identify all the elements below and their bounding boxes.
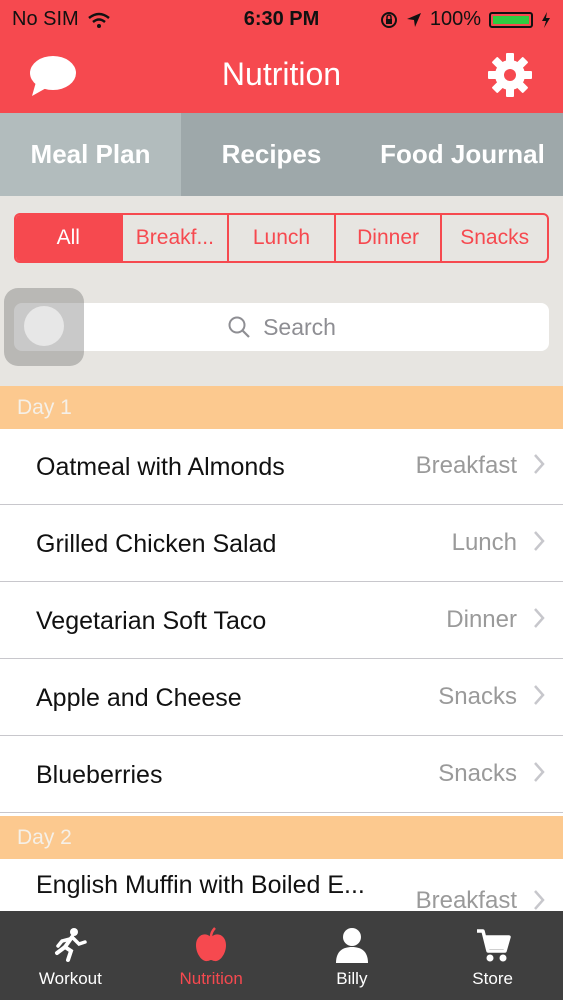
tab-recipes[interactable]: Recipes [181,113,362,196]
item-name: Oatmeal with Almonds [36,453,285,481]
filter-snacks[interactable]: Snacks [440,215,547,261]
tabbar-label: Workout [38,969,102,988]
list-item[interactable]: Grilled Chicken Salad Lunch [0,506,563,582]
list-item[interactable]: Blueberries Snacks [0,737,563,813]
charging-bolt-icon [542,11,550,28]
item-name: English Muffin with Boiled E... [36,871,365,899]
segment-tabs: Meal Plan Recipes Food Journal [0,113,563,196]
tabbar-billy[interactable]: Billy [282,911,423,1000]
tabbar-label: Store [472,969,513,988]
tab-meal-plan[interactable]: Meal Plan [0,113,181,196]
chevron-right-icon [534,762,545,782]
filter-breakfast[interactable]: Breakf... [120,215,228,261]
nav-header: Nutrition [0,38,563,113]
item-meal: Snacks [438,760,517,787]
status-right: 100% [380,8,551,31]
running-person-icon [55,928,88,962]
tabbar-nutrition[interactable]: Nutrition [141,911,282,1000]
list-item[interactable]: English Muffin with Boiled E... Breakfas… [0,859,563,919]
item-meal: Dinner [446,606,517,633]
chevron-right-icon [534,608,545,628]
battery-icon [489,11,533,28]
item-name: Vegetarian Soft Taco [36,607,267,635]
filter-all[interactable]: All [16,215,121,261]
item-name: Grilled Chicken Salad [36,530,277,558]
chevron-right-icon [534,890,545,910]
person-icon [335,928,368,963]
day-header: Day 1 [0,386,563,429]
tab-food-journal[interactable]: Food Journal [362,113,563,196]
item-name: Apple and Cheese [36,684,242,712]
assistive-touch-button[interactable] [4,288,84,366]
status-bar: No SIM 6:30 PM 100% [0,0,563,38]
page-title: Nutrition [221,56,342,92]
location-arrow-icon [406,12,421,27]
search-placeholder: Search [263,313,336,340]
bottom-tab-bar: Workout Nutrition Billy Store [0,911,563,1000]
tabbar-workout[interactable]: Workout [0,911,141,1000]
rotation-lock-icon [380,11,397,28]
search-icon [228,316,250,338]
list-item[interactable]: Oatmeal with Almonds Breakfast [0,429,563,505]
list-item[interactable]: Vegetarian Soft Taco Dinner [0,583,563,659]
assistive-touch-dot [24,306,64,346]
search-input[interactable]: Search [14,303,549,351]
meal-filter: All Breakf... Lunch Dinner Snacks [14,213,549,263]
tabbar-label: Nutrition [179,969,243,988]
filter-lunch[interactable]: Lunch [227,215,334,261]
tabbar-label: Billy [336,969,368,988]
apple-icon [196,927,227,962]
item-meal: Breakfast [415,452,517,479]
gear-icon[interactable] [487,52,533,98]
chevron-right-icon [534,685,545,705]
filter-dinner[interactable]: Dinner [333,215,441,261]
battery-percent: 100% [429,8,481,30]
chevron-right-icon [534,454,545,474]
chevron-right-icon [534,531,545,551]
item-meal: Lunch [451,529,517,556]
item-meal: Snacks [438,683,517,710]
day-header: Day 2 [0,816,563,859]
cart-icon [476,929,511,962]
filter-area: All Breakf... Lunch Dinner Snacks Search [0,196,563,386]
tabbar-store[interactable]: Store [422,911,563,1000]
list-item[interactable]: Apple and Cheese Snacks [0,660,563,736]
item-name: Blueberries [36,761,163,789]
battery-fill [493,15,529,24]
